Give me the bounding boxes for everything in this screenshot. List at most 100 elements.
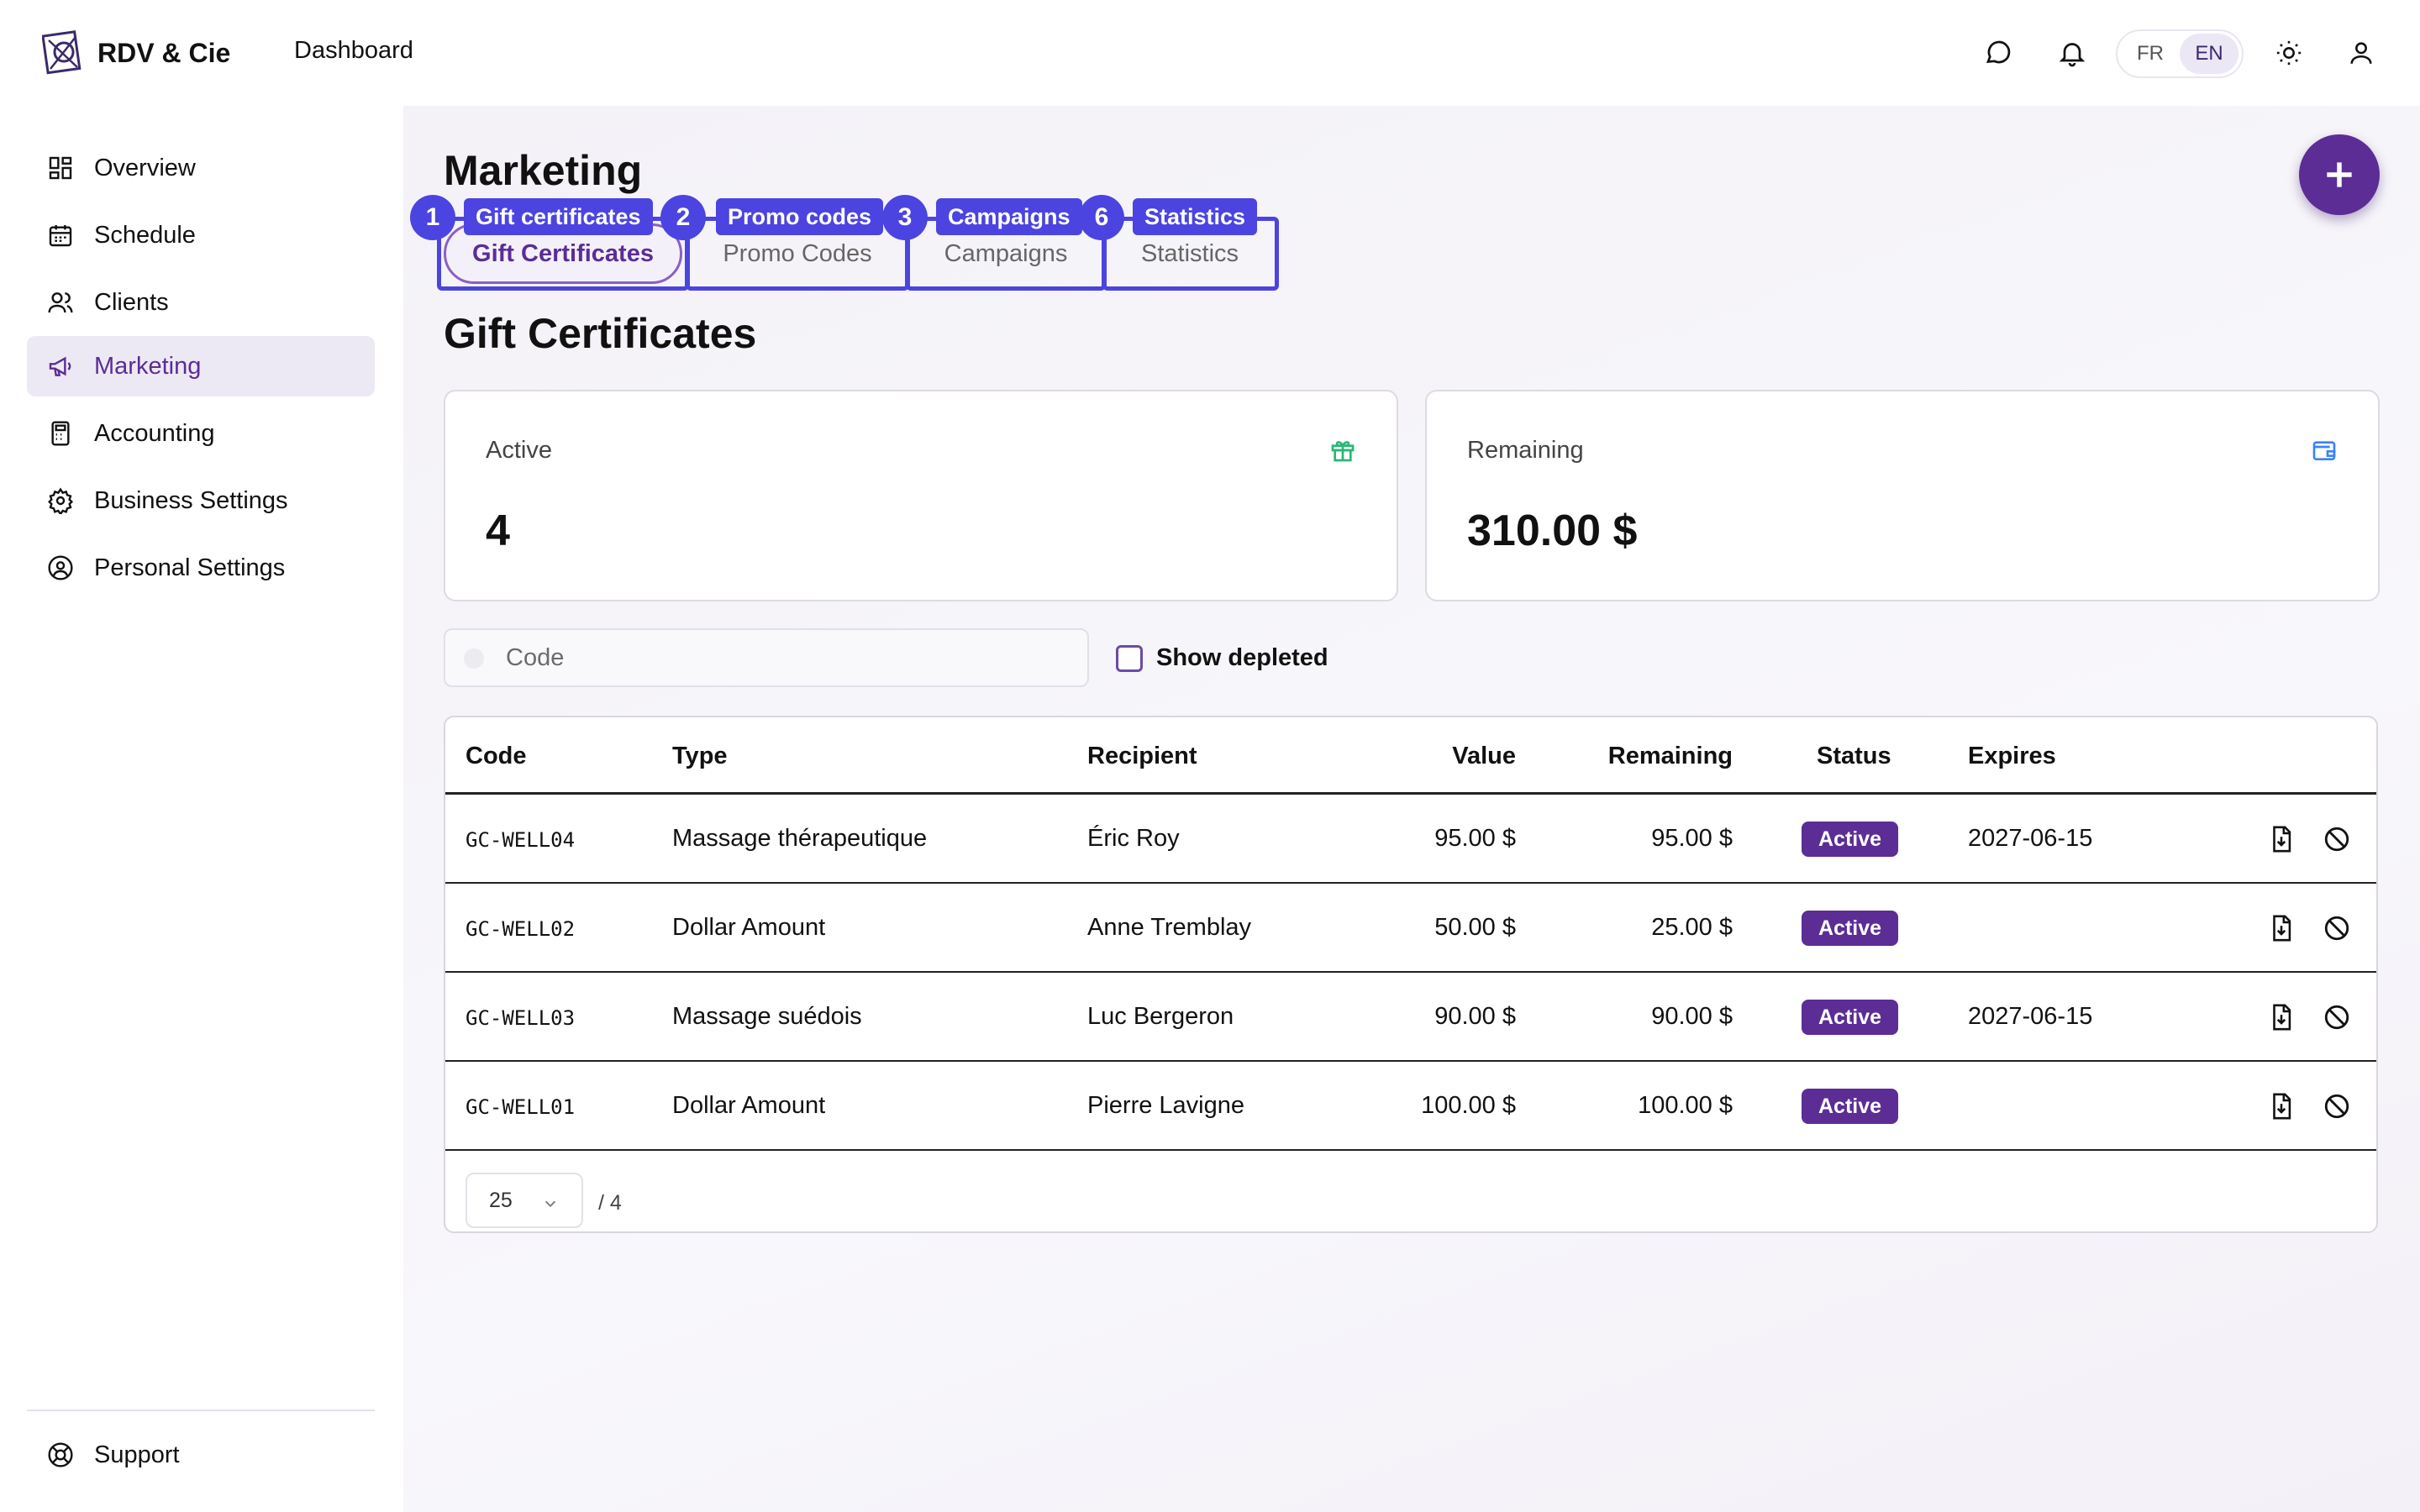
sidebar-item-label: Schedule <box>94 221 196 249</box>
column-header-expires[interactable]: Expires <box>1968 743 2056 770</box>
lang-en-button[interactable]: EN <box>2180 34 2238 74</box>
tab-number-badge: 3 <box>882 195 928 240</box>
chevron-down-icon <box>544 1200 556 1208</box>
sidebar-item-label: Support <box>94 1441 180 1468</box>
gear-icon <box>47 487 74 514</box>
cell-remaining: 25.00 $ <box>1651 914 1733 941</box>
table-row[interactable]: GC-WELL01 Dollar Amount Pierre Lavigne 1… <box>445 1062 2376 1151</box>
search-field <box>444 628 1089 687</box>
add-button[interactable] <box>2299 134 2380 215</box>
tab-tag-badge: Statistics <box>1133 198 1258 235</box>
cell-type: Massage thérapeutique <box>672 825 928 852</box>
card-value: 310.00 $ <box>1467 507 1638 555</box>
sidebar-item-clients[interactable]: Clients <box>27 272 375 333</box>
remaining-card: Remaining 310.00 $ <box>1425 390 2380 601</box>
sidebar-divider <box>27 1410 375 1411</box>
card-label: Remaining <box>1467 437 1584 464</box>
sidebar-item-label: Clients <box>94 288 169 316</box>
calendar-icon <box>49 225 72 247</box>
cell-remaining: 90.00 $ <box>1651 1003 1733 1030</box>
sidebar-item-support[interactable]: Support <box>27 1425 375 1485</box>
download-pdf-icon[interactable] <box>2267 914 2296 942</box>
cell-type: Dollar Amount <box>672 1092 826 1119</box>
status-badge: Active <box>1802 1089 1899 1124</box>
page-size-value: 25 <box>489 1188 513 1212</box>
gift-icon <box>1331 441 1355 462</box>
cell-remaining: 100.00 $ <box>1638 1092 1733 1119</box>
total-count: / 4 <box>598 1191 622 1215</box>
status-badge: Active <box>1802 911 1899 946</box>
cell-recipient: Anne Tremblay <box>1087 914 1252 941</box>
sidebar-item-marketing[interactable]: Marketing <box>27 336 375 396</box>
tab-tag-badge: Promo codes <box>716 198 884 235</box>
column-header-code[interactable]: Code <box>466 743 527 770</box>
table-row[interactable]: GC-WELL04 Massage thérapeutique Éric Roy… <box>445 795 2376 884</box>
table-row[interactable]: GC-WELL02 Dollar Amount Anne Tremblay 50… <box>445 884 2376 973</box>
column-header-recipient[interactable]: Recipient <box>1087 743 1197 770</box>
users-icon <box>48 292 73 313</box>
calculator-icon <box>51 421 70 446</box>
wallet-icon <box>2312 441 2336 460</box>
sidebar-item-overview[interactable]: Overview <box>27 138 375 198</box>
cell-recipient: Pierre Lavigne <box>1087 1092 1244 1119</box>
card-value: 4 <box>486 507 510 555</box>
sidebar-item-personal-settings[interactable]: Personal Settings <box>27 538 375 598</box>
sidebar-item-label: Overview <box>94 154 196 181</box>
void-icon[interactable] <box>2323 825 2351 853</box>
table-footer: 25 / 4 <box>445 1156 2376 1231</box>
cell-type: Massage suédois <box>672 1003 862 1030</box>
cell-value: 100.00 $ <box>1421 1092 1516 1119</box>
cell-value: 95.00 $ <box>1434 825 1516 852</box>
user-icon[interactable] <box>2344 36 2378 70</box>
brand-logo-icon <box>42 30 82 75</box>
cell-code: GC-WELL01 <box>466 1095 576 1119</box>
search-input[interactable] <box>506 643 1087 672</box>
column-header-status[interactable]: Status <box>1817 743 1891 770</box>
tab-tag-badge: Gift certificates <box>464 198 653 235</box>
language-switcher: FR EN <box>2116 29 2244 78</box>
section-title: Gift Certificates <box>444 310 757 357</box>
sidebar-item-accounting[interactable]: Accounting <box>27 403 375 464</box>
sidebar-item-label: Accounting <box>94 419 215 447</box>
page-size-select[interactable]: 25 <box>466 1173 583 1228</box>
page-title: Marketing <box>444 147 643 194</box>
lang-fr-button[interactable]: FR <box>2121 34 2180 74</box>
sidebar-item-business-settings[interactable]: Business Settings <box>27 470 375 531</box>
download-pdf-icon[interactable] <box>2267 1003 2296 1032</box>
cell-expires: 2027-06-15 <box>1968 825 2093 852</box>
table-row[interactable]: GC-WELL03 Massage suédois Luc Bergeron 9… <box>445 973 2376 1062</box>
sidebar-item-label: Marketing <box>94 352 202 380</box>
column-header-value[interactable]: Value <box>1452 743 1516 770</box>
cell-recipient: Éric Roy <box>1087 825 1180 852</box>
active-count-card: Active 4 <box>444 390 1398 601</box>
cell-code: GC-WELL02 <box>466 917 576 941</box>
cell-remaining: 95.00 $ <box>1651 825 1733 852</box>
sidebar-item-label: Personal Settings <box>94 554 286 581</box>
lifebuoy-icon <box>48 1442 73 1467</box>
tab-number-badge: 2 <box>660 195 706 240</box>
cell-value: 90.00 $ <box>1434 1003 1516 1030</box>
chat-icon[interactable] <box>1981 36 2015 70</box>
void-icon[interactable] <box>2323 1092 2351 1121</box>
cell-type: Dollar Amount <box>672 914 826 941</box>
card-label: Active <box>486 437 552 464</box>
show-depleted-label[interactable]: Show depleted <box>1156 644 1328 672</box>
void-icon[interactable] <box>2323 914 2351 942</box>
download-pdf-icon[interactable] <box>2267 825 2296 853</box>
table-header: Code Type Recipient Value Remaining Stat… <box>445 717 2376 795</box>
sidebar-item-label: Business Settings <box>94 486 288 514</box>
user-circle-icon <box>48 555 73 580</box>
sun-icon[interactable] <box>2272 36 2306 70</box>
plus-icon <box>2327 162 2352 187</box>
void-icon[interactable] <box>2323 1003 2351 1032</box>
column-header-type[interactable]: Type <box>672 743 728 770</box>
column-header-remaining[interactable]: Remaining <box>1608 743 1733 770</box>
show-depleted-checkbox[interactable] <box>1116 645 1143 672</box>
dashboard-link[interactable]: Dashboard <box>294 37 413 65</box>
download-pdf-icon[interactable] <box>2267 1092 2296 1121</box>
sidebar-item-schedule[interactable]: Schedule <box>27 205 375 265</box>
tab-number-badge: 6 <box>1079 195 1124 240</box>
bell-icon[interactable] <box>2055 36 2089 70</box>
brand[interactable]: RDV & Cie <box>42 30 230 76</box>
tab-number-badge: 1 <box>410 195 455 240</box>
